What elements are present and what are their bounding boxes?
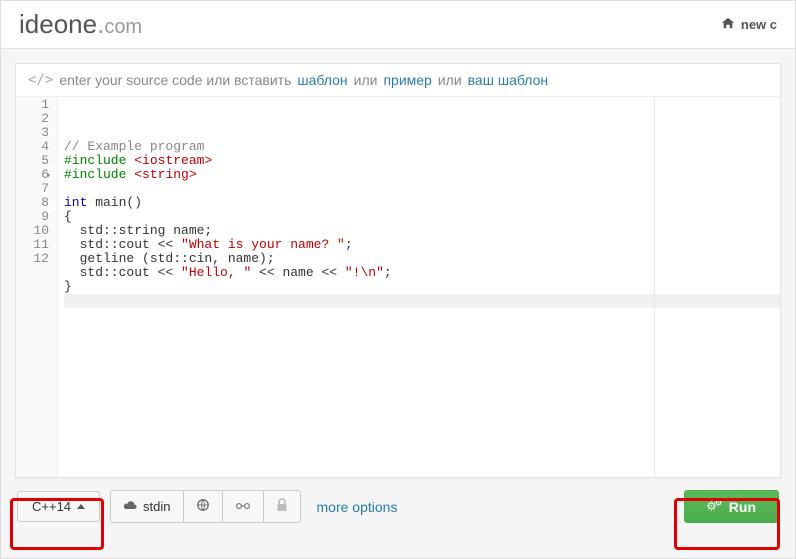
code-line[interactable]: std::string name; — [64, 224, 780, 238]
hint-or1: или — [354, 72, 378, 88]
gutter-line: 10 — [16, 224, 49, 238]
toolbar: C++14 stdin more options — [1, 478, 795, 535]
gutter-line: 1 — [16, 98, 49, 112]
logo-com: com — [104, 16, 142, 38]
gutter-line: 8 — [16, 196, 49, 210]
language-label: C++14 — [32, 499, 71, 514]
gutter-line: 3 — [16, 126, 49, 140]
code-icon: </> — [28, 72, 53, 88]
hint-bar: </> enter your source code или вставить … — [16, 64, 780, 97]
code-line[interactable]: } — [64, 280, 780, 294]
gutter-line: 7 — [16, 182, 49, 196]
link-template[interactable]: шаблон — [297, 72, 347, 88]
link-your-template[interactable]: ваш шаблон — [468, 72, 548, 88]
lock-icon — [276, 498, 288, 515]
header: ideone.com new c — [1, 1, 795, 49]
stdin-label: stdin — [143, 499, 170, 514]
hint-or2: или — [438, 72, 462, 88]
globe-button[interactable] — [183, 490, 222, 523]
gutter-line: 4 — [16, 140, 49, 154]
language-select[interactable]: C++14 — [17, 491, 100, 522]
gutter-line: 2 — [16, 112, 49, 126]
code-line[interactable]: // Example program — [64, 140, 780, 154]
run-button[interactable]: Run — [684, 490, 779, 523]
globe-icon — [196, 498, 210, 515]
print-margin — [654, 97, 655, 477]
glasses-button[interactable] — [222, 490, 263, 523]
gutter: 123456789101112 — [16, 97, 58, 477]
gutter-line: 9 — [16, 210, 49, 224]
nav-new-link[interactable]: new c — [741, 17, 777, 32]
code-editor[interactable]: 123456789101112 // Example program#inclu… — [16, 97, 780, 477]
more-options-link[interactable]: more options — [317, 499, 398, 515]
code-line[interactable]: int main() — [64, 196, 780, 210]
gutter-line: 11 — [16, 238, 49, 252]
gutter-line: 6 — [16, 168, 49, 182]
main-panel: </> enter your source code или вставить … — [15, 63, 781, 478]
lock-button[interactable] — [263, 490, 301, 523]
code-line[interactable]: std::cout << "What is your name? "; — [64, 238, 780, 252]
code-line[interactable]: #include <iostream> — [64, 154, 780, 168]
glasses-icon — [235, 499, 251, 514]
code-line[interactable] — [64, 182, 780, 196]
code-line[interactable]: getline (std::cin, name); — [64, 252, 780, 266]
nav-right: new c — [721, 16, 777, 33]
code-line[interactable]: std::cout << "Hello, " << name << "!\n"; — [64, 266, 780, 280]
cloud-icon — [123, 499, 137, 514]
link-example[interactable]: пример — [383, 72, 431, 88]
options-group: stdin — [110, 490, 300, 523]
code-line[interactable]: { — [64, 210, 780, 224]
home-icon[interactable] — [721, 16, 735, 33]
logo[interactable]: ideone.com — [19, 9, 142, 40]
stdin-button[interactable]: stdin — [110, 490, 182, 523]
run-label: Run — [729, 499, 756, 515]
code-area[interactable]: // Example program#include <iostream>#in… — [58, 97, 780, 477]
logo-text: ideone — [19, 9, 97, 39]
code-line[interactable] — [64, 294, 780, 308]
hint-prefix: enter your source code или вставить — [59, 72, 291, 88]
gutter-line: 12 — [16, 252, 49, 266]
gutter-line: 5 — [16, 154, 49, 168]
caret-up-icon — [77, 504, 85, 509]
gears-icon — [707, 498, 723, 515]
code-line[interactable]: #include <string> — [64, 168, 780, 182]
